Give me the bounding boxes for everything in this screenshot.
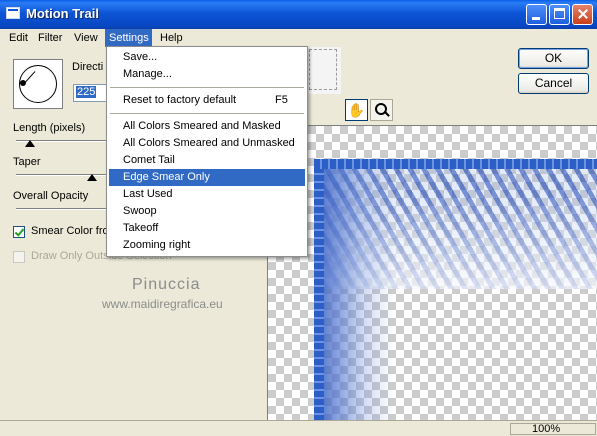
zoom-level: 100%: [532, 423, 561, 435]
dial-dot: [20, 80, 26, 86]
frame-edge-vertical: [314, 159, 324, 420]
direction-label: Directi: [72, 61, 104, 73]
direction-input[interactable]: 225: [73, 84, 107, 102]
maximize-button[interactable]: [549, 4, 570, 25]
length-slider-thumb[interactable]: [25, 140, 35, 147]
length-label: Length (pixels): [13, 122, 86, 134]
opacity-label: Overall Opacity: [13, 190, 89, 202]
app-icon: [6, 7, 20, 19]
smear-color-label: Smear Color fro: [31, 225, 109, 237]
close-button[interactable]: [572, 4, 593, 25]
frame-edge-horizontal: [314, 159, 597, 169]
menu-separator: [110, 113, 304, 114]
menu-filter[interactable]: Filter: [34, 29, 66, 47]
cancel-button[interactable]: Cancel: [518, 73, 589, 94]
menu-item-preset-comet-tail[interactable]: Comet Tail: [109, 152, 305, 169]
zoom-magnifier-icon[interactable]: [370, 99, 393, 121]
menu-settings[interactable]: Settings: [105, 29, 152, 47]
ok-button[interactable]: OK: [518, 48, 589, 69]
menu-item-preset-edge-smear-only[interactable]: Edge Smear Only: [109, 169, 305, 186]
menu-item-manage[interactable]: Manage...: [109, 66, 305, 83]
window-title: Motion Trail: [26, 6, 99, 21]
menu-separator: [110, 87, 304, 88]
pan-hand-icon[interactable]: ✋: [345, 99, 368, 121]
direction-dial[interactable]: [13, 59, 63, 109]
menu-item-preset-takeoff[interactable]: Takeoff: [109, 220, 305, 237]
menu-item-preset-zooming-right[interactable]: Zooming right: [109, 237, 305, 254]
menu-item-save[interactable]: Save...: [109, 49, 305, 66]
direction-value: 225: [76, 86, 97, 98]
menu-item-preset-smeared-masked[interactable]: All Colors Smeared and Masked: [109, 118, 305, 135]
menu-item-preset-swoop[interactable]: Swoop: [109, 203, 305, 220]
settings-dropdown: Save... Manage... Reset to factory defau…: [106, 46, 308, 257]
watermark-site: www.maidiregrafica.eu: [102, 297, 223, 311]
status-bar: [0, 420, 597, 436]
menu-help[interactable]: Help: [156, 29, 187, 47]
motion-smear-vertical: [324, 169, 394, 420]
menu-item-preset-smeared-unmasked[interactable]: All Colors Smeared and Unmasked: [109, 135, 305, 152]
minimize-button[interactable]: [526, 4, 547, 25]
watermark-name: Pinuccia: [132, 276, 201, 293]
taper-label: Taper: [13, 156, 41, 168]
menu-item-preset-last-used[interactable]: Last Used: [109, 186, 305, 203]
opacity-slider[interactable]: [16, 208, 106, 210]
menu-view[interactable]: View: [70, 29, 102, 47]
menu-edit[interactable]: Edit: [5, 29, 32, 47]
menu-shortcut-f5: F5: [275, 94, 288, 106]
draw-outside-checkbox[interactable]: [13, 251, 25, 263]
thumbnail-preview[interactable]: [307, 47, 341, 94]
preview-canvas[interactable]: [267, 125, 597, 420]
smear-color-checkbox[interactable]: [13, 226, 25, 238]
taper-slider-thumb[interactable]: [87, 174, 97, 181]
